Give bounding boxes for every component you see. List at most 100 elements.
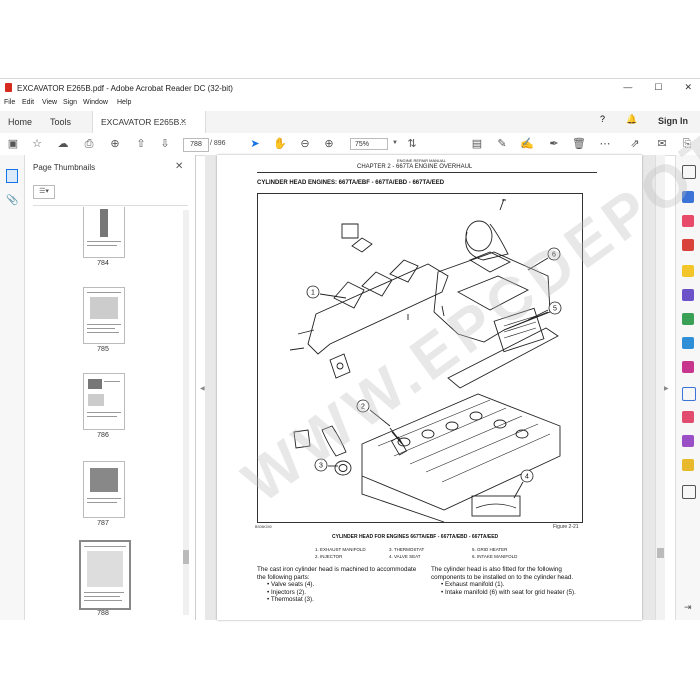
thumbnail-page-786[interactable] bbox=[83, 373, 125, 430]
legend-item: 2. INJECTOR bbox=[315, 554, 343, 559]
request-signature-icon[interactable] bbox=[682, 435, 694, 447]
thumbnail-label: 787 bbox=[97, 520, 109, 527]
bullet-item: • Injectors (2). bbox=[267, 588, 306, 596]
print-icon[interactable]: ⎙ bbox=[82, 137, 96, 151]
delete-icon[interactable]: 🗑 bbox=[572, 137, 586, 151]
header-rule bbox=[257, 172, 597, 173]
bullet-item: • Intake manifold (6) with seat for grid… bbox=[441, 588, 576, 596]
left-nav-rail: 📎 bbox=[0, 155, 25, 620]
protect-shield-icon[interactable] bbox=[682, 387, 696, 401]
menu-view[interactable]: View bbox=[42, 99, 57, 106]
figure-caption: CYLINDER HEAD FOR ENGINES 667TA/EBF - 66… bbox=[332, 534, 499, 540]
menu-sign[interactable]: Sign bbox=[63, 99, 77, 106]
combine-files-icon[interactable] bbox=[682, 289, 694, 301]
comment-tool-icon[interactable] bbox=[682, 265, 694, 277]
pdf-page: ENGINE REPAIR MANUAL CHAPTER 2 - 667TA E… bbox=[217, 155, 642, 620]
main-toolbar: ▣ ☆ ☁ ⎙ ⊕ ⇧ ⇩ 788 / 896 ➤ ✋ ⊖ ⊕ 75% ▼ ⇅ … bbox=[0, 133, 700, 156]
comment-icon[interactable]: ▤ bbox=[470, 137, 484, 151]
draw-icon[interactable]: ✍ bbox=[520, 137, 534, 151]
figure-id: BS06K000 bbox=[255, 525, 272, 529]
hand-tool-icon[interactable]: ✋ bbox=[273, 137, 287, 151]
document-view: ENGINE REPAIR MANUAL CHAPTER 2 - 667TA E… bbox=[205, 155, 655, 620]
thumbnail-scrollbar[interactable] bbox=[183, 210, 189, 615]
legend-item: 1. EXHAUST MANIFOLD bbox=[315, 547, 366, 552]
upload-cloud-icon[interactable]: ☁ bbox=[56, 137, 70, 151]
more-tools-icon[interactable]: ⋯ bbox=[598, 137, 612, 151]
organize-pages-icon[interactable] bbox=[682, 313, 694, 325]
tab-home[interactable]: Home bbox=[0, 111, 40, 133]
callout-5: 5 bbox=[553, 306, 557, 313]
scan-ocr-icon[interactable] bbox=[682, 337, 694, 349]
fill-sign-tool-icon[interactable] bbox=[682, 361, 694, 373]
title-bar: EXCAVATOR E265B.pdf - Adobe Acrobat Read… bbox=[0, 79, 700, 97]
select-cursor-icon[interactable]: ➤ bbox=[248, 137, 262, 151]
fit-page-icon[interactable]: ⇅ bbox=[405, 137, 419, 151]
section-title: CYLINDER HEAD ENGINES: 667TA/EBF - 667TA… bbox=[257, 180, 445, 186]
compress-pdf-icon[interactable] bbox=[682, 411, 694, 423]
more-tools-wrench-icon[interactable] bbox=[682, 485, 696, 499]
maximize-button[interactable]: ☐ bbox=[654, 82, 662, 93]
bullet-item: • Exhaust manifold (1). bbox=[441, 581, 505, 588]
close-panel-icon[interactable]: ✕ bbox=[175, 161, 183, 172]
export-pdf-icon[interactable] bbox=[682, 191, 694, 203]
callout-6: 6 bbox=[552, 252, 556, 259]
zoom-search-icon[interactable]: ⊕ bbox=[108, 137, 122, 151]
page-thumbnails-icon[interactable] bbox=[6, 169, 18, 183]
page-number-input[interactable]: 788 bbox=[183, 138, 209, 152]
save-icon[interactable]: ▣ bbox=[6, 137, 20, 151]
collapse-tools-icon[interactable]: ⇥ bbox=[684, 602, 692, 613]
collapse-panel-icon[interactable]: ◀ bbox=[200, 385, 205, 392]
close-window-button[interactable]: ✕ bbox=[684, 82, 692, 93]
chevron-down-icon[interactable]: ▼ bbox=[392, 140, 398, 146]
highlight-pen-icon[interactable]: ✎ bbox=[495, 137, 509, 151]
legend-item: 5. GRID HEATER bbox=[472, 547, 508, 552]
legend-item: 6. INTAKE MANIFOLD bbox=[472, 554, 518, 559]
email-icon[interactable]: ✉ bbox=[655, 137, 669, 151]
right-paragraph: The cylinder head is also fitted for the… bbox=[431, 566, 591, 596]
page-down-icon[interactable]: ⇩ bbox=[158, 137, 172, 151]
share-icon[interactable]: ⇗ bbox=[628, 137, 642, 151]
thumbnail-page-785[interactable] bbox=[83, 287, 125, 344]
create-pdf-icon[interactable] bbox=[682, 215, 694, 227]
panel-title: Page Thumbnails bbox=[33, 163, 96, 172]
attachment-icon[interactable]: 📎 bbox=[6, 195, 18, 206]
menu-edit[interactable]: Edit bbox=[22, 99, 34, 106]
manual-header: ENGINE REPAIR MANUAL bbox=[397, 158, 446, 163]
bookmark-star-icon[interactable]: ☆ bbox=[30, 137, 44, 151]
menu-help[interactable]: Help bbox=[117, 99, 131, 106]
send-review-icon[interactable] bbox=[682, 459, 694, 471]
expand-right-panel-icon[interactable]: ▶ bbox=[664, 385, 669, 392]
legend-item: 4. VALVE SEAT bbox=[389, 554, 421, 559]
menu-file[interactable]: File bbox=[4, 99, 15, 106]
page-thumbnails-panel: Page Thumbnails ✕ ☰▾ 784 785 786 787 788 bbox=[25, 155, 196, 620]
minimize-button[interactable]: — bbox=[623, 82, 632, 93]
zoom-tool-icon[interactable] bbox=[682, 165, 696, 179]
zoom-level-select[interactable]: 75% bbox=[350, 138, 388, 150]
thumbnail-options-icon[interactable]: ☰▾ bbox=[33, 185, 55, 199]
fill-sign-icon[interactable]: ✒ bbox=[547, 137, 561, 151]
tab-tools[interactable]: Tools bbox=[42, 111, 79, 133]
page-up-icon[interactable]: ⇧ bbox=[134, 137, 148, 151]
tab-document[interactable]: EXCAVATOR E265B... bbox=[92, 111, 206, 133]
window-title: EXCAVATOR E265B.pdf - Adobe Acrobat Read… bbox=[17, 84, 233, 93]
edit-pdf-icon[interactable] bbox=[682, 239, 694, 251]
right-tools-rail: ⇥ bbox=[675, 155, 700, 620]
pdf-app-icon bbox=[5, 83, 12, 92]
close-tab-icon[interactable]: ✕ bbox=[180, 117, 187, 126]
bullet-item: • Thermostat (3). bbox=[267, 596, 314, 603]
legend-item: 3. THERMOSTAT bbox=[389, 547, 425, 552]
menu-window[interactable]: Window bbox=[83, 99, 108, 106]
thumbnail-label: 784 bbox=[97, 260, 109, 267]
sign-in-button[interactable]: Sign In bbox=[658, 116, 688, 126]
zoom-in-icon[interactable]: ⊕ bbox=[322, 137, 336, 151]
notifications-icon[interactable]: 🔔 bbox=[626, 114, 637, 125]
callout-2: 2 bbox=[361, 404, 365, 411]
share-link-icon[interactable]: ⎘ bbox=[680, 137, 694, 151]
thumbnail-page-784[interactable] bbox=[83, 207, 125, 258]
callout-4: 4 bbox=[525, 474, 529, 481]
zoom-out-icon[interactable]: ⊖ bbox=[298, 137, 312, 151]
thumbnail-page-788-selected[interactable] bbox=[79, 540, 131, 610]
thumbnail-label: 785 bbox=[97, 346, 109, 353]
help-icon[interactable]: ? bbox=[600, 114, 605, 124]
thumbnail-page-787[interactable] bbox=[83, 461, 125, 518]
